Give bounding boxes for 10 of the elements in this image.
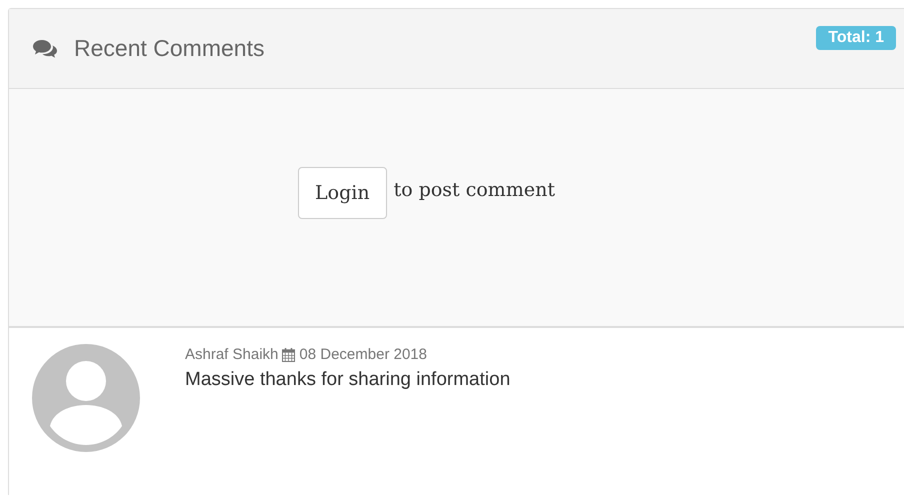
chat-icon bbox=[32, 38, 58, 60]
login-button[interactable]: Login bbox=[298, 167, 387, 219]
login-prompt: to post comment bbox=[394, 179, 555, 201]
panel-title: Recent Comments bbox=[74, 35, 264, 62]
total-badge: Total: 1 bbox=[816, 26, 896, 50]
avatar-icon bbox=[32, 344, 140, 452]
comment-date: 08 December 2018 bbox=[299, 346, 427, 363]
comment-text: Massive thanks for sharing information bbox=[185, 369, 510, 391]
comment-author: Ashraf Shaikh bbox=[185, 346, 278, 363]
calendar-icon bbox=[282, 348, 296, 362]
